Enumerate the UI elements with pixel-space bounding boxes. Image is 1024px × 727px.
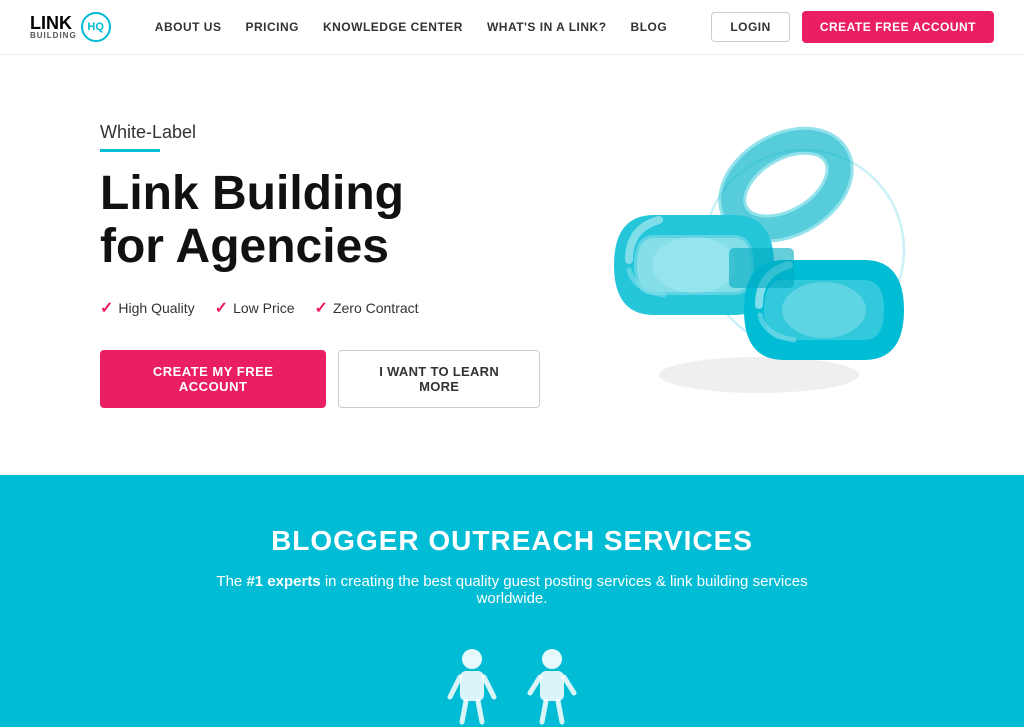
feature-label-quality: High Quality (118, 300, 194, 316)
hero-title-line2: for Agencies (100, 220, 389, 273)
logo-link-text: LINK (30, 14, 77, 32)
create-account-button[interactable]: CREATE FREE ACCOUNT (802, 11, 994, 43)
site-header: LINK BUILDING HQ ABOUT US PRICING KNOWLE… (0, 0, 1024, 55)
chain-svg (574, 120, 934, 410)
login-button[interactable]: LOGIN (711, 12, 790, 42)
header-actions: LOGIN CREATE FREE ACCOUNT (711, 11, 994, 43)
bottom-desc-post: in creating the best quality guest posti… (321, 573, 808, 607)
check-icon-quality: ✓ (100, 298, 113, 318)
feature-label-price: Low Price (233, 300, 294, 316)
bottom-section: BLOGGER OUTREACH SERVICES The #1 experts… (0, 475, 1024, 727)
feature-high-quality: ✓ High Quality (100, 298, 195, 318)
hero-section: White-Label Link Building for Agencies ✓… (0, 55, 1024, 475)
hero-title-line1: Link Building (100, 167, 404, 220)
bottom-desc-pre: The (216, 573, 246, 590)
bottom-title: BLOGGER OUTREACH SERVICES (271, 525, 753, 557)
nav-whats-in-a-link[interactable]: WHAT'S IN A LINK? (487, 20, 607, 34)
hero-features: ✓ High Quality ✓ Low Price ✓ Zero Contra… (100, 298, 540, 318)
bottom-description: The #1 experts in creating the best qual… (212, 573, 812, 607)
hero-buttons: CREATE MY FREE ACCOUNT I WANT TO LEARN M… (100, 350, 540, 408)
logo-hq-circle: HQ (81, 12, 111, 42)
nav-about-us[interactable]: ABOUT US (155, 20, 222, 34)
feature-zero-contract: ✓ Zero Contract (315, 298, 419, 318)
logo[interactable]: LINK BUILDING HQ (30, 12, 111, 42)
hero-learn-more-button[interactable]: I WANT TO LEARN MORE (338, 350, 540, 408)
hero-content: White-Label Link Building for Agencies ✓… (100, 122, 540, 408)
hero-underline-decoration (100, 149, 160, 152)
feature-label-contract: Zero Contract (333, 300, 419, 316)
chain-illustration (564, 115, 944, 415)
logo-building-text: BUILDING (30, 32, 77, 40)
figure-1 (442, 647, 502, 727)
hero-title: Link Building for Agencies (100, 168, 540, 274)
hero-create-account-button[interactable]: CREATE MY FREE ACCOUNT (100, 350, 326, 408)
main-nav: ABOUT US PRICING KNOWLEDGE CENTER WHAT'S… (155, 20, 667, 34)
check-icon-contract: ✓ (315, 298, 328, 318)
hero-subtitle: White-Label (100, 122, 540, 143)
hero-chain-image (564, 115, 944, 415)
nav-pricing[interactable]: PRICING (245, 20, 299, 34)
figure-2 (522, 647, 582, 727)
feature-low-price: ✓ Low Price (215, 298, 295, 318)
nav-knowledge-center[interactable]: KNOWLEDGE CENTER (323, 20, 463, 34)
bottom-figures (442, 647, 582, 727)
bottom-desc-bold: #1 experts (246, 573, 320, 590)
nav-blog[interactable]: BLOG (631, 20, 668, 34)
check-icon-price: ✓ (215, 298, 228, 318)
